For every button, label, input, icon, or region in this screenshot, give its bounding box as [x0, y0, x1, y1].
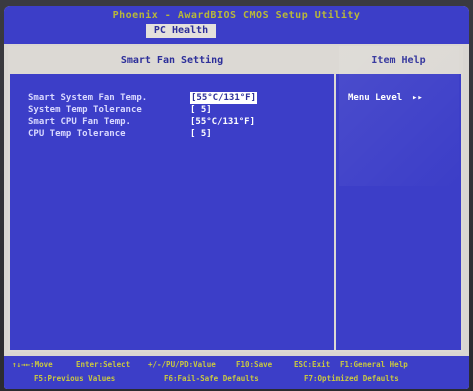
- key-previous-values-hint: F5:Previous Values: [34, 374, 116, 383]
- bios-title: Phoenix - AwardBIOS CMOS Setup Utility: [112, 10, 361, 21]
- key-optimized-defaults-hint: F7:Optimized Defaults: [304, 374, 399, 383]
- setting-row-smart-system-fan-temp[interactable]: Smart System Fan Temp. [55°C/131°F]: [28, 92, 318, 104]
- setting-value[interactable]: [ 5]: [190, 104, 212, 116]
- menu-level-label: Menu Level: [348, 93, 403, 103]
- setting-value[interactable]: [55°C/131°F]: [190, 116, 255, 128]
- menu-level-arrow-icon: ▸▸: [412, 93, 423, 103]
- panel-title: Smart Fan Setting: [120, 55, 224, 66]
- bios-top-bar: Phoenix - AwardBIOS CMOS Setup Utility P…: [4, 6, 469, 44]
- key-exit-hint: ESC:Exit: [294, 360, 331, 369]
- key-save-hint: F10:Save: [236, 360, 273, 369]
- key-help-hint: F1:General Help: [340, 360, 408, 369]
- bios-screen: Phoenix - AwardBIOS CMOS Setup Utility P…: [4, 6, 469, 389]
- setting-row-cpu-temp-tolerance[interactable]: CPU Temp Tolerance [ 5]: [28, 128, 318, 140]
- tab-pc-health[interactable]: PC Health: [146, 24, 216, 38]
- setting-label: CPU Temp Tolerance: [28, 129, 126, 139]
- panel-header: Smart Fan Setting Item Help: [10, 48, 461, 74]
- key-value-hint: +/-/PU/PD:Value: [148, 360, 216, 369]
- setting-row-smart-cpu-fan-temp[interactable]: Smart CPU Fan Temp. [55°C/131°F]: [28, 116, 318, 128]
- setting-label: Smart System Fan Temp.: [28, 93, 148, 103]
- key-select-hint: Enter:Select: [76, 360, 131, 369]
- settings-panel: Smart Fan Setting Item Help Smart System…: [8, 46, 463, 352]
- setting-label: Smart CPU Fan Temp.: [28, 117, 131, 127]
- panel-divider: [334, 48, 336, 350]
- item-help-content: Menu Level ▸▸: [348, 92, 458, 104]
- item-help-title: Item Help: [371, 55, 426, 66]
- key-move-hint: ↑↓→←:Move: [12, 360, 53, 369]
- key-failsafe-defaults-hint: F6:Fail-Safe Defaults: [164, 374, 259, 383]
- setting-value[interactable]: [ 5]: [190, 128, 212, 140]
- setting-label: System Temp Tolerance: [28, 105, 142, 115]
- key-help-footer: ↑↓→←:Move Enter:Select +/-/PU/PD:Value F…: [4, 356, 469, 389]
- setting-value-selected[interactable]: [55°C/131°F]: [190, 92, 258, 104]
- setting-row-system-temp-tolerance[interactable]: System Temp Tolerance [ 5]: [28, 104, 318, 116]
- settings-list: Smart System Fan Temp. [55°C/131°F] Syst…: [28, 92, 318, 140]
